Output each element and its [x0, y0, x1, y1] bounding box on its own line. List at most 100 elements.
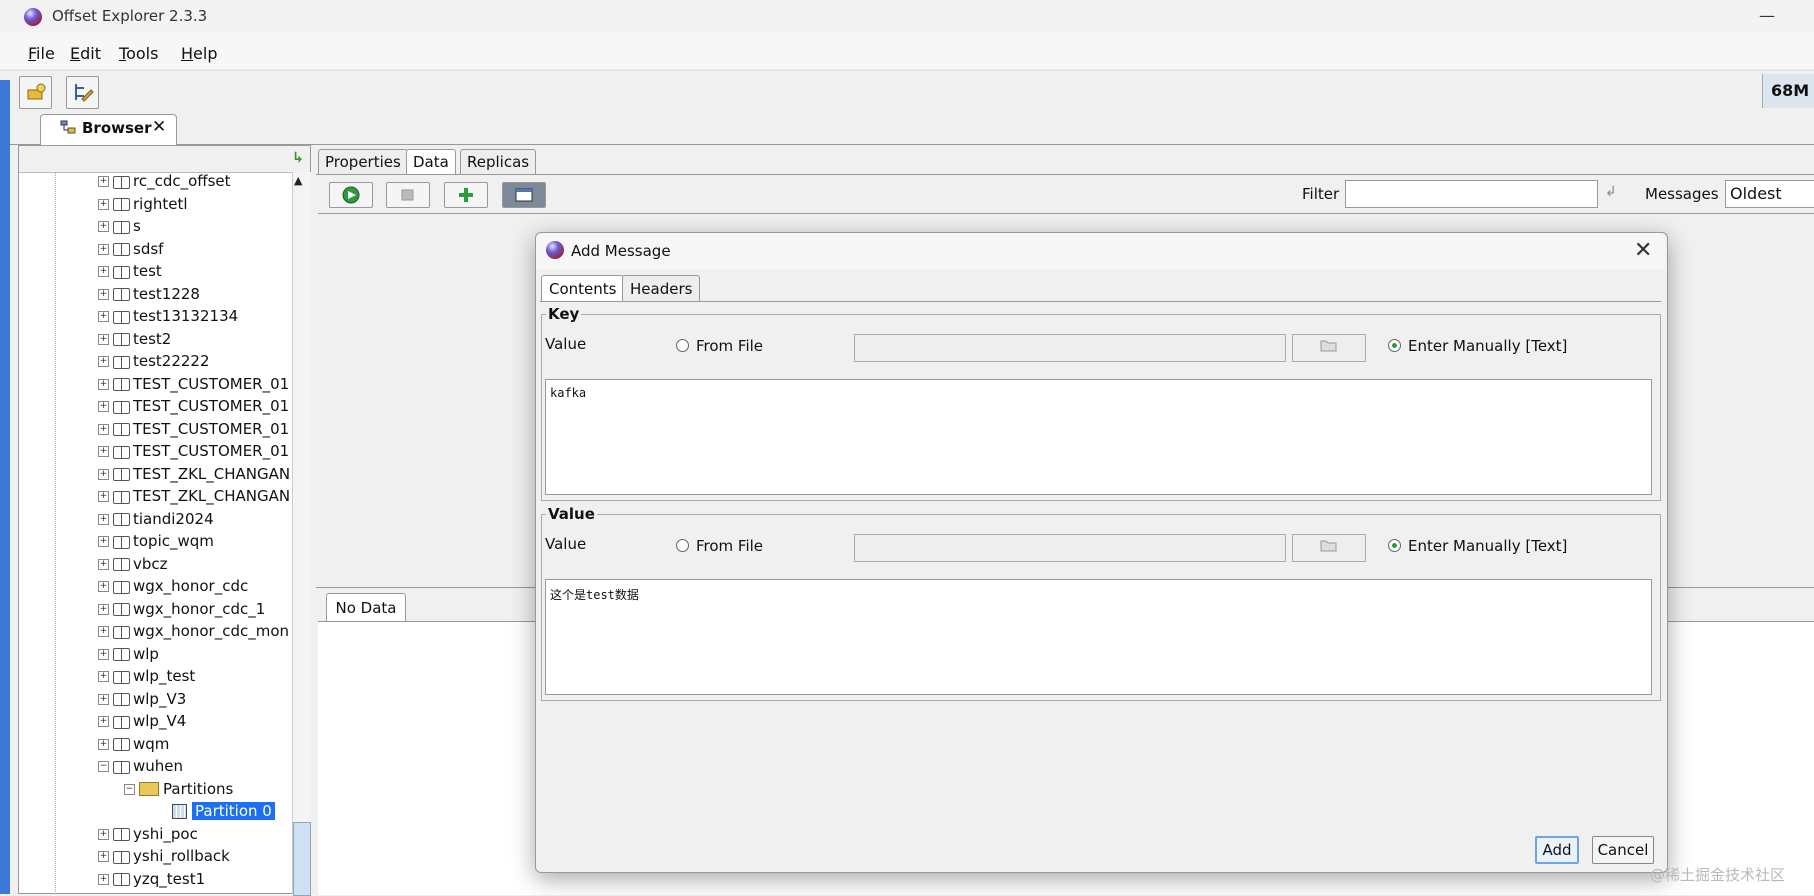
filter-apply-icon[interactable]: ↲	[1605, 184, 1617, 200]
expand-toggle-icon[interactable]: +	[98, 176, 109, 187]
value-file-path-input[interactable]	[854, 534, 1286, 562]
tree-item[interactable]: + test13132134	[98, 307, 298, 329]
tab-headers[interactable]: Headers	[622, 275, 701, 302]
tab-replicas[interactable]: Replicas	[460, 149, 537, 175]
expand-toggle-icon[interactable]: +	[98, 648, 109, 660]
tree-item[interactable]: + topic_wqm	[98, 532, 298, 554]
value-browse-button[interactable]	[1292, 534, 1366, 562]
expand-toggle-icon[interactable]: +	[98, 851, 109, 862]
add-button[interactable]: Add	[1535, 836, 1579, 864]
expand-toggle-icon[interactable]: +	[98, 401, 109, 412]
tree-item[interactable]: + wgx_honor_cdc_mon	[98, 622, 298, 644]
expand-toggle-icon[interactable]: +	[98, 198, 109, 210]
menu-help[interactable]: Help	[181, 44, 217, 63]
filter-input[interactable]	[1345, 180, 1598, 208]
value-from-file-radio[interactable]	[676, 539, 689, 552]
expand-toggle-icon[interactable]: +	[98, 311, 109, 322]
key-enter-manually-label[interactable]: Enter Manually [Text]	[1408, 337, 1567, 355]
expand-toggle-icon[interactable]: +	[98, 536, 109, 547]
expand-toggle-icon[interactable]: +	[98, 738, 109, 750]
expand-toggle-icon[interactable]: +	[98, 446, 109, 457]
expand-toggle-icon[interactable]: +	[98, 716, 109, 727]
expand-toggle-icon[interactable]: +	[98, 513, 109, 525]
expand-toggle-icon[interactable]: +	[98, 828, 109, 840]
messages-select[interactable]: Oldest	[1725, 180, 1814, 208]
tree-item[interactable]: + wlp	[98, 645, 298, 667]
tree-item[interactable]: + wlp_V3	[98, 690, 298, 712]
minimize-button[interactable]: —	[1752, 2, 1782, 30]
expand-toggle-icon[interactable]: +	[98, 693, 109, 705]
expand-toggle-icon[interactable]: +	[98, 468, 109, 480]
tree-item[interactable]: − wuhen	[98, 757, 298, 779]
tree-item[interactable]: + s	[98, 217, 298, 239]
expand-toggle-icon[interactable]: +	[98, 873, 109, 885]
tree-item[interactable]: + wqm	[98, 735, 298, 757]
value-enter-manually-radio[interactable]	[1388, 539, 1401, 552]
tree-item[interactable]: + wgx_honor_cdc	[98, 577, 298, 599]
key-text-area[interactable]: kafka	[545, 379, 1652, 495]
tree-item[interactable]: + test2	[98, 330, 298, 352]
tab-contents[interactable]: Contents	[541, 275, 625, 302]
dialog-close-button[interactable]: ✕	[1634, 238, 1652, 263]
expand-toggle-icon[interactable]: +	[98, 491, 109, 502]
tree-item[interactable]: + TEST_CUSTOMER_01	[98, 442, 298, 464]
tree-item[interactable]: + rc_cdc_offset	[98, 172, 298, 194]
expand-toggle-icon[interactable]: +	[98, 288, 109, 300]
value-from-file-label[interactable]: From File	[696, 537, 763, 555]
tree-item[interactable]: + test	[98, 262, 298, 284]
tree-item[interactable]: + test22222	[98, 352, 298, 374]
tree-item[interactable]: + wlp_V4	[98, 712, 298, 734]
tree-item[interactable]: + TEST_ZKL_CHANGAN	[98, 487, 298, 509]
stop-button[interactable]	[386, 182, 430, 208]
expand-toggle-icon[interactable]: +	[98, 603, 109, 615]
expand-toggle-icon[interactable]: +	[98, 378, 109, 390]
tab-data[interactable]: Data	[406, 149, 456, 175]
key-file-path-input[interactable]	[854, 334, 1286, 362]
browser-tab-close-button[interactable]: ✕	[152, 117, 166, 137]
expand-toggle-icon[interactable]: +	[98, 356, 109, 367]
expand-toggle-icon[interactable]: −	[124, 783, 135, 795]
key-from-file-radio[interactable]	[676, 339, 689, 352]
tree-item[interactable]: + TEST_ZKL_CHANGAN	[98, 465, 298, 487]
expand-toggle-icon[interactable]: +	[98, 423, 109, 435]
tree-item[interactable]: + TEST_CUSTOMER_01	[98, 397, 298, 419]
expand-toggle-icon[interactable]: +	[98, 243, 109, 255]
expand-toggle-icon[interactable]: +	[98, 558, 109, 570]
tree-item[interactable]: + TEST_CUSTOMER_01	[98, 420, 298, 442]
view-button[interactable]	[502, 182, 546, 208]
expand-toggle-icon[interactable]: +	[98, 671, 109, 682]
key-enter-manually-radio[interactable]	[1388, 339, 1401, 352]
expand-toggle-icon[interactable]: +	[98, 626, 109, 637]
add-message-button[interactable]	[444, 182, 488, 208]
tab-no-data[interactable]: No Data	[326, 593, 406, 622]
expand-toggle-icon[interactable]: +	[98, 221, 109, 232]
tree-item[interactable]: + test1228	[98, 285, 298, 307]
tree-scrollbar[interactable]	[292, 172, 311, 894]
tree-item[interactable]: + yshi_poc	[98, 825, 298, 847]
tab-properties[interactable]: Properties	[318, 149, 408, 175]
key-browse-button[interactable]	[1292, 334, 1366, 362]
run-button[interactable]	[329, 182, 373, 208]
value-text-area[interactable]: 这个是test数据	[545, 579, 1652, 695]
tree-item[interactable]: + tiandi2024	[98, 510, 298, 532]
tree-item[interactable]: + sdsf	[98, 240, 298, 262]
tree-item[interactable]: + rightetl	[98, 195, 298, 217]
tree-scroll-thumb[interactable]	[293, 822, 311, 896]
scroll-up-arrow-icon[interactable]: ▲	[294, 174, 302, 187]
expand-toggle-icon[interactable]: +	[98, 333, 109, 345]
edit-cluster-button[interactable]	[66, 76, 99, 109]
tree-item[interactable]: + TEST_CUSTOMER_01	[98, 375, 298, 397]
expand-toggle-icon[interactable]: +	[98, 581, 109, 592]
menu-tools[interactable]: Tools	[119, 44, 158, 63]
cancel-button[interactable]: Cancel	[1592, 836, 1654, 864]
tree-item[interactable]: + yzq_test1	[98, 870, 298, 892]
menu-file[interactable]: File	[28, 44, 55, 63]
key-from-file-label[interactable]: From File	[696, 337, 763, 355]
menu-edit[interactable]: Edit	[70, 44, 101, 63]
tree-item[interactable]: + yshi_rollback	[98, 847, 298, 869]
refresh-arrow-icon[interactable]: ↳	[292, 150, 304, 166]
tree-item[interactable]: + wgx_honor_cdc_1	[98, 600, 298, 622]
expand-toggle-icon[interactable]: −	[98, 761, 109, 772]
value-enter-manually-label[interactable]: Enter Manually [Text]	[1408, 537, 1567, 555]
expand-toggle-icon[interactable]: +	[98, 266, 109, 277]
